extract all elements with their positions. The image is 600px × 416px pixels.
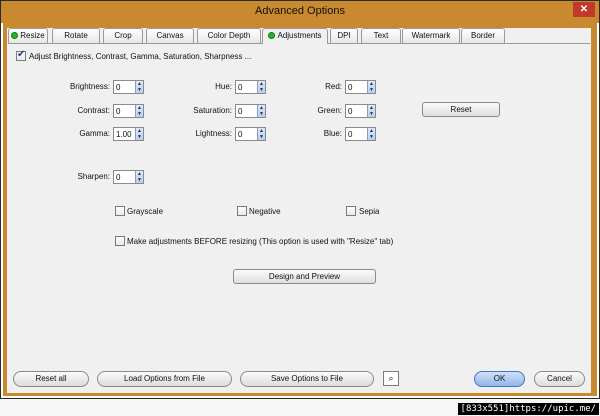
spinner-arrows-icon[interactable]: ▲ ▼ (135, 81, 143, 93)
blue-spinner[interactable]: 0 ▲ ▼ (345, 127, 376, 141)
magnifier-preview-icon[interactable]: ⌕ (383, 371, 399, 386)
spinner-arrows-icon[interactable]: ▲ ▼ (367, 105, 375, 117)
saturation-value[interactable]: 0 (238, 107, 242, 116)
close-icon[interactable]: ✕ (580, 4, 588, 15)
grayscale-checkbox[interactable] (115, 206, 125, 216)
contrast-label: Contrast: (77, 106, 110, 115)
lightness-label: Lightness: (195, 129, 232, 138)
spinner-arrows-icon[interactable]: ▲ ▼ (257, 105, 265, 117)
saturation-spinner[interactable]: 0 ▲ ▼ (235, 104, 266, 118)
tab-rotate[interactable]: Rotate (52, 28, 100, 43)
red-value[interactable]: 0 (348, 83, 352, 92)
image-watermark: [833x551]https://upic.me/ (457, 403, 599, 415)
tab-label: DPI (337, 31, 351, 40)
lightness-spinner[interactable]: 0 ▲ ▼ (235, 127, 266, 141)
green-value[interactable]: 0 (348, 107, 352, 116)
tab-label: Adjustments (277, 31, 322, 40)
design-and-preview-button[interactable]: Design and Preview (233, 269, 376, 284)
load-options-button[interactable]: Load Options from File (97, 371, 232, 387)
active-option-dot-icon (11, 32, 19, 39)
tab-label: Rotate (64, 31, 88, 40)
tab-label: Crop (114, 31, 132, 40)
sharpen-value[interactable]: 0 (116, 173, 120, 182)
green-spinner[interactable]: 0 ▲ ▼ (345, 104, 376, 118)
tab-label: Resize (20, 31, 45, 40)
before-resize-checkbox[interactable] (115, 236, 125, 246)
sepia-label: Sepia (359, 207, 380, 216)
hue-label: Hue: (215, 82, 232, 91)
tab-label: Text (373, 31, 389, 40)
tab-label: Canvas (156, 31, 184, 40)
tab-crop[interactable]: Crop (103, 28, 143, 43)
gamma-value[interactable]: 1.00 (116, 130, 132, 139)
spinner-arrows-icon[interactable]: ▲ ▼ (135, 105, 143, 117)
gamma-spinner[interactable]: 1.00 ▲ ▼ (113, 127, 144, 141)
grayscale-label: Grayscale (127, 207, 164, 216)
saturation-label: Saturation: (193, 106, 232, 115)
blue-value[interactable]: 0 (348, 130, 352, 139)
hue-value[interactable]: 0 (238, 83, 242, 92)
adjust-checkbox-label: Adjust Brightness, Contrast, Gamma, Satu… (29, 52, 252, 61)
tab-label: Border (470, 31, 495, 40)
brightness-value[interactable]: 0 (116, 83, 120, 92)
reset-button[interactable]: Reset (422, 102, 500, 117)
tab-dpi[interactable]: DPI (330, 28, 358, 43)
brightness-spinner[interactable]: 0 ▲ ▼ (113, 80, 144, 94)
adjust-checkbox[interactable] (16, 49, 26, 61)
tab-text[interactable]: Text (361, 28, 401, 43)
tab-border[interactable]: Border (461, 28, 505, 43)
spinner-arrows-icon[interactable]: ▲ ▼ (367, 128, 375, 140)
contrast-value[interactable]: 0 (116, 107, 120, 116)
active-option-dot-icon (268, 32, 276, 39)
lightness-value[interactable]: 0 (238, 130, 242, 139)
save-options-button[interactable]: Save Options to File (240, 371, 374, 387)
contrast-spinner[interactable]: 0 ▲ ▼ (113, 104, 144, 118)
brightness-label: Brightness: (69, 82, 110, 91)
sepia-checkbox[interactable] (346, 206, 356, 216)
negative-label: Negative (249, 207, 281, 216)
green-label: Green: (317, 106, 342, 115)
tab-watermark[interactable]: Watermark (402, 28, 460, 43)
cancel-button[interactable]: Cancel (534, 371, 585, 387)
ok-button[interactable]: OK (474, 371, 525, 387)
tab-label: Watermark (411, 31, 451, 40)
tab-adjustments[interactable]: Adjustments (262, 28, 328, 44)
spinner-arrows-icon[interactable]: ▲ ▼ (135, 128, 143, 140)
tab-label: Color Depth (207, 31, 251, 40)
spinner-arrows-icon[interactable]: ▲ ▼ (135, 171, 143, 183)
title-bar[interactable]: Advanced Options ✕ (1, 1, 599, 23)
sharpen-spinner[interactable]: 0 ▲ ▼ (113, 170, 144, 184)
reset-all-button[interactable]: Reset all (13, 371, 89, 387)
close-button[interactable]: ✕ (573, 2, 595, 17)
hue-spinner[interactable]: 0 ▲ ▼ (235, 80, 266, 94)
spinner-arrows-icon[interactable]: ▲ ▼ (257, 128, 265, 140)
tab-resize[interactable]: Resize (8, 28, 48, 43)
blue-label: Blue: (323, 129, 342, 138)
tab-canvas[interactable]: Canvas (146, 28, 194, 43)
tab-color-depth[interactable]: Color Depth (197, 28, 261, 43)
gamma-label: Gamma: (79, 129, 110, 138)
spinner-arrows-icon[interactable]: ▲ ▼ (367, 81, 375, 93)
window-title: Advanced Options (255, 5, 345, 17)
spinner-arrows-icon[interactable]: ▲ ▼ (257, 81, 265, 93)
before-resize-label: Make adjustments BEFORE resizing (This o… (127, 237, 394, 246)
red-label: Red: (325, 82, 342, 91)
red-spinner[interactable]: 0 ▲ ▼ (345, 80, 376, 94)
negative-checkbox[interactable] (237, 206, 247, 216)
sharpen-label: Sharpen: (77, 172, 110, 181)
